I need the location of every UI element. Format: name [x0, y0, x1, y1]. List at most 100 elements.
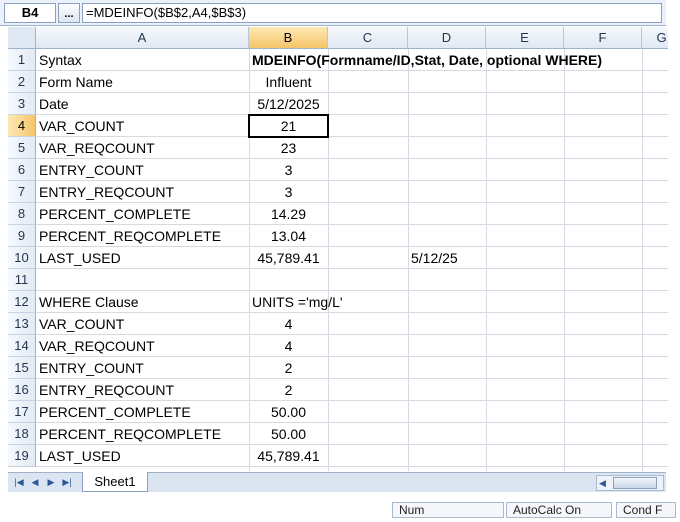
- cell-a6[interactable]: ENTRY_COUNT: [36, 159, 249, 181]
- cell-a8[interactable]: PERCENT_COMPLETE: [36, 203, 249, 225]
- row-header-1[interactable]: 1: [8, 49, 36, 71]
- cell-d5[interactable]: [408, 137, 486, 159]
- name-box[interactable]: B4: [4, 3, 56, 23]
- cell-a7[interactable]: ENTRY_REQCOUNT: [36, 181, 249, 203]
- row-header-12[interactable]: 12: [8, 291, 36, 313]
- cell-b9[interactable]: 13.04: [249, 225, 328, 247]
- row-header-9[interactable]: 9: [8, 225, 36, 247]
- cell-b19[interactable]: 45,789.41: [249, 445, 328, 467]
- cell-d1[interactable]: [408, 49, 486, 71]
- row-header-4[interactable]: 4: [8, 115, 36, 137]
- column-header-d[interactable]: D: [408, 27, 486, 49]
- row-header-5[interactable]: 5: [8, 137, 36, 159]
- last-sheet-icon[interactable]: ▶|: [60, 475, 74, 490]
- sheet-tab-sheet1[interactable]: Sheet1: [82, 472, 148, 492]
- row-header-3[interactable]: 3: [8, 93, 36, 115]
- cell-b5[interactable]: 23: [249, 137, 328, 159]
- cell-a18[interactable]: PERCENT_REQCOMPLETE: [36, 423, 249, 445]
- column-header-f[interactable]: F: [564, 27, 642, 49]
- column-gridline: [642, 49, 643, 471]
- cell-d7[interactable]: [408, 181, 486, 203]
- row-header-19[interactable]: 19: [8, 445, 36, 467]
- cell-a13[interactable]: VAR_COUNT: [36, 313, 249, 335]
- cell-d6[interactable]: [408, 159, 486, 181]
- autocalc-indicator[interactable]: AutoCalc On: [506, 502, 612, 518]
- cell-a9[interactable]: PERCENT_REQCOMPLETE: [36, 225, 249, 247]
- cell-a15[interactable]: ENTRY_COUNT: [36, 357, 249, 379]
- cell-d12[interactable]: [408, 291, 486, 313]
- cell-b18[interactable]: 50.00: [249, 423, 328, 445]
- cell-a4[interactable]: VAR_COUNT: [36, 115, 249, 137]
- prev-sheet-icon[interactable]: ◀: [28, 475, 42, 490]
- row-header-8[interactable]: 8: [8, 203, 36, 225]
- active-cell-selection[interactable]: [248, 114, 329, 138]
- cell-b6[interactable]: 3: [249, 159, 328, 181]
- cell-b17[interactable]: 50.00: [249, 401, 328, 423]
- column-gridline: [486, 49, 487, 471]
- cell-d14[interactable]: [408, 335, 486, 357]
- cell-d4[interactable]: [408, 115, 486, 137]
- row-header-16[interactable]: 16: [8, 379, 36, 401]
- cell-a2[interactable]: Form Name: [36, 71, 249, 93]
- cell-d9[interactable]: [408, 225, 486, 247]
- cell-a17[interactable]: PERCENT_COMPLETE: [36, 401, 249, 423]
- select-all-corner[interactable]: [8, 27, 36, 49]
- scroll-thumb[interactable]: [613, 477, 657, 489]
- column-header-b[interactable]: B: [249, 27, 328, 49]
- cell-d19[interactable]: [408, 445, 486, 467]
- row-header-7[interactable]: 7: [8, 181, 36, 203]
- cell-a16[interactable]: ENTRY_REQCOUNT: [36, 379, 249, 401]
- cell-d17[interactable]: [408, 401, 486, 423]
- status-bar: Num AutoCalc On Cond F: [0, 496, 680, 522]
- column-header-g[interactable]: G: [642, 27, 668, 49]
- row-header-14[interactable]: 14: [8, 335, 36, 357]
- cell-b3[interactable]: 5/12/2025: [249, 93, 328, 115]
- cell-b12[interactable]: UNITS ='mg/L': [249, 291, 343, 313]
- cell-b11[interactable]: [249, 269, 328, 291]
- cell-b10[interactable]: 45,789.41: [249, 247, 328, 269]
- row-header-18[interactable]: 18: [8, 423, 36, 445]
- cell-b13[interactable]: 4: [249, 313, 328, 335]
- formula-input[interactable]: =MDEINFO($B$2,A4,$B$3): [82, 3, 662, 23]
- cell-a3[interactable]: Date: [36, 93, 249, 115]
- cell-d15[interactable]: [408, 357, 486, 379]
- row-header-15[interactable]: 15: [8, 357, 36, 379]
- column-header-e[interactable]: E: [486, 27, 564, 49]
- cell-d16[interactable]: [408, 379, 486, 401]
- cell-b15[interactable]: 2: [249, 357, 328, 379]
- cell-b16[interactable]: 2: [249, 379, 328, 401]
- cell-b14[interactable]: 4: [249, 335, 328, 357]
- next-sheet-icon[interactable]: ▶: [44, 475, 58, 490]
- row-header-10[interactable]: 10: [8, 247, 36, 269]
- row-header-17[interactable]: 17: [8, 401, 36, 423]
- cell-b8[interactable]: 14.29: [249, 203, 328, 225]
- horizontal-scrollbar[interactable]: ◀: [596, 475, 664, 491]
- cell-a12[interactable]: WHERE Clause: [36, 291, 249, 313]
- cell-d11[interactable]: [408, 269, 486, 291]
- row-header-2[interactable]: 2: [8, 71, 36, 93]
- cell-d10[interactable]: 5/12/25: [408, 247, 486, 269]
- cell-a14[interactable]: VAR_REQCOUNT: [36, 335, 249, 357]
- first-sheet-icon[interactable]: |◀: [12, 475, 26, 490]
- insert-function-button[interactable]: ...: [58, 3, 80, 23]
- column-header-c[interactable]: C: [328, 27, 408, 49]
- cell-b7[interactable]: 3: [249, 181, 328, 203]
- cell-a19[interactable]: LAST_USED: [36, 445, 249, 467]
- cell-d18[interactable]: [408, 423, 486, 445]
- cell-d2[interactable]: [408, 71, 486, 93]
- column-header-a[interactable]: A: [36, 27, 249, 49]
- cell-d13[interactable]: [408, 313, 486, 335]
- cell-d3[interactable]: [408, 93, 486, 115]
- cond-format-indicator[interactable]: Cond F: [616, 502, 676, 518]
- cell-a11[interactable]: [36, 269, 249, 291]
- cell-b1[interactable]: MDEINFO(Formname/ID,Stat, Date, optional…: [249, 49, 602, 71]
- row-header-13[interactable]: 13: [8, 313, 36, 335]
- cell-a1[interactable]: Syntax: [36, 49, 249, 71]
- cell-a10[interactable]: LAST_USED: [36, 247, 249, 269]
- cell-a5[interactable]: VAR_REQCOUNT: [36, 137, 249, 159]
- row-header-6[interactable]: 6: [8, 159, 36, 181]
- row-header-11[interactable]: 11: [8, 269, 36, 291]
- cell-d8[interactable]: [408, 203, 486, 225]
- cell-b2[interactable]: Influent: [249, 71, 328, 93]
- scroll-left-icon[interactable]: ◀: [599, 476, 606, 490]
